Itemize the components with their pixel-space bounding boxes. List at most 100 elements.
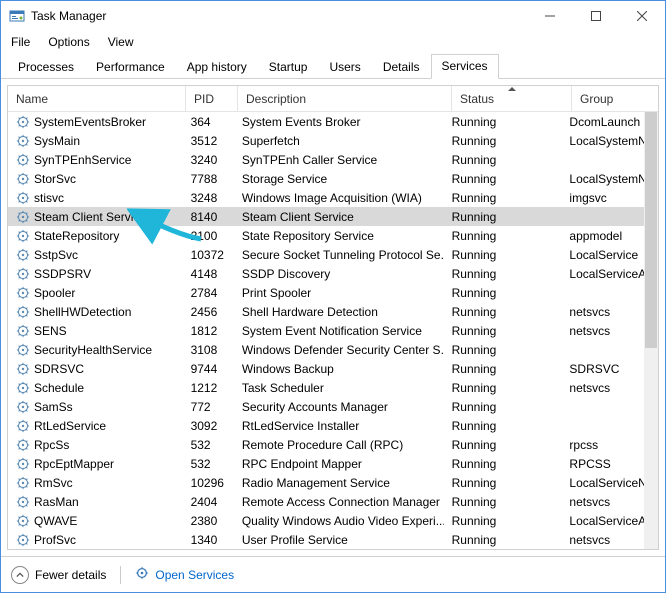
tab-details[interactable]: Details — [372, 55, 431, 79]
cell-description: Print Spooler — [234, 286, 444, 300]
cell-status: Running — [444, 324, 562, 338]
maximize-button[interactable] — [573, 1, 619, 31]
table-row[interactable]: SSDPSRV4148SSDP DiscoveryRunningLocalSer… — [8, 264, 644, 283]
cell-status: Running — [444, 400, 562, 414]
tab-services[interactable]: Services — [431, 54, 499, 79]
service-icon — [16, 495, 30, 509]
cell-group: LocalService — [561, 248, 644, 262]
cell-group: appmodel — [561, 229, 644, 243]
cell-status: Running — [444, 514, 562, 528]
cell-name: Spooler — [8, 286, 183, 300]
col-group[interactable]: Group — [572, 86, 656, 111]
cell-description: RtLedService Installer — [234, 419, 444, 433]
fewer-details-button[interactable]: Fewer details — [35, 568, 106, 582]
menu-file[interactable]: File — [11, 35, 30, 49]
cell-description: Secure Socket Tunneling Protocol Se... — [234, 248, 444, 262]
table-row[interactable]: Spooler2784Print SpoolerRunning — [8, 283, 644, 302]
service-icon — [16, 419, 30, 433]
separator — [120, 566, 121, 584]
cell-status: Running — [444, 229, 562, 243]
table-row[interactable]: RpcSs532Remote Procedure Call (RPC)Runni… — [8, 435, 644, 454]
services-table: Name PID Description Status Group System… — [7, 85, 659, 550]
cell-description: SSDP Discovery — [234, 267, 444, 281]
window-title: Task Manager — [31, 9, 106, 23]
table-row[interactable]: Steam Client Service8140Steam Client Ser… — [8, 207, 644, 226]
cell-name: RpcSs — [8, 438, 183, 452]
table-row[interactable]: RasMan2404Remote Access Connection Manag… — [8, 492, 644, 511]
service-icon — [16, 381, 30, 395]
tab-users[interactable]: Users — [318, 55, 371, 79]
cell-name: ShellHWDetection — [8, 305, 183, 319]
cell-pid: 1812 — [183, 324, 234, 338]
table-row[interactable]: RtLedService3092RtLedService InstallerRu… — [8, 416, 644, 435]
service-icon — [16, 533, 30, 547]
cell-pid: 2380 — [183, 514, 234, 528]
col-pid[interactable]: PID — [186, 86, 238, 111]
table-row[interactable]: RpcEptMapper532RPC Endpoint MapperRunnin… — [8, 454, 644, 473]
tab-app-history[interactable]: App history — [176, 55, 258, 79]
table-row[interactable]: stisvc3248Windows Image Acquisition (WIA… — [8, 188, 644, 207]
cell-status: Running — [444, 419, 562, 433]
open-services-link[interactable]: Open Services — [135, 566, 234, 583]
scrollbar-thumb[interactable] — [645, 112, 657, 348]
cell-pid: 772 — [183, 400, 234, 414]
menu-view[interactable]: View — [108, 35, 134, 49]
col-status[interactable]: Status — [452, 86, 572, 111]
table-row[interactable]: SysMain3512SuperfetchRunningLocalSystemN… — [8, 131, 644, 150]
table-row[interactable]: SecurityHealthService3108Windows Defende… — [8, 340, 644, 359]
cell-name: StateRepository — [8, 229, 183, 243]
cell-name: SstpSvc — [8, 248, 183, 262]
cell-description: Task Scheduler — [234, 381, 444, 395]
cell-description: Radio Management Service — [234, 476, 444, 490]
table-row[interactable]: Schedule1212Task SchedulerRunningnetsvcs — [8, 378, 644, 397]
cell-pid: 8140 — [183, 210, 234, 224]
col-name[interactable]: Name — [8, 86, 186, 111]
cell-name: SamSs — [8, 400, 183, 414]
table-row[interactable]: ProfSvc1340User Profile ServiceRunningne… — [8, 530, 644, 549]
menubar: File Options View — [1, 31, 665, 53]
table-row[interactable]: StorSvc7788Storage ServiceRunningLocalSy… — [8, 169, 644, 188]
services-panel: Name PID Description Status Group System… — [1, 79, 665, 556]
cell-pid: 4148 — [183, 267, 234, 281]
tab-startup[interactable]: Startup — [258, 55, 319, 79]
cell-pid: 10296 — [183, 476, 234, 490]
cell-status: Running — [444, 267, 562, 281]
cell-group: LocalServiceA... — [561, 514, 644, 528]
menu-options[interactable]: Options — [48, 35, 89, 49]
cell-description: Security Accounts Manager — [234, 400, 444, 414]
vertical-scrollbar[interactable] — [644, 112, 658, 549]
table-row[interactable]: SystemEventsBroker364System Events Broke… — [8, 112, 644, 131]
minimize-button[interactable] — [527, 1, 573, 31]
close-button[interactable] — [619, 1, 665, 31]
cell-description: State Repository Service — [234, 229, 444, 243]
cell-group: netsvcs — [561, 381, 644, 395]
service-icon — [16, 438, 30, 452]
cell-name: Steam Client Service — [8, 210, 183, 224]
cell-status: Running — [444, 533, 562, 547]
cell-group: netsvcs — [561, 495, 644, 509]
cell-name: RtLedService — [8, 419, 183, 433]
table-row[interactable]: SamSs772Security Accounts ManagerRunning — [8, 397, 644, 416]
service-icon — [16, 324, 30, 338]
cell-pid: 3512 — [183, 134, 234, 148]
tab-processes[interactable]: Processes — [7, 55, 85, 79]
cell-name: RasMan — [8, 495, 183, 509]
table-row[interactable]: StateRepository2100State Repository Serv… — [8, 226, 644, 245]
table-row[interactable]: SynTPEnhService3240SynTPEnh Caller Servi… — [8, 150, 644, 169]
cell-pid: 3248 — [183, 191, 234, 205]
table-row[interactable]: RmSvc10296Radio Management ServiceRunnin… — [8, 473, 644, 492]
service-icon — [16, 153, 30, 167]
table-row[interactable]: SstpSvc10372Secure Socket Tunneling Prot… — [8, 245, 644, 264]
cell-status: Running — [444, 248, 562, 262]
service-icon — [16, 400, 30, 414]
tab-performance[interactable]: Performance — [85, 55, 176, 79]
col-description[interactable]: Description — [238, 86, 452, 111]
cell-pid: 2456 — [183, 305, 234, 319]
table-row[interactable]: SENS1812System Event Notification Servic… — [8, 321, 644, 340]
cell-name: SystemEventsBroker — [8, 115, 183, 129]
service-icon — [16, 229, 30, 243]
service-icon — [16, 210, 30, 224]
table-row[interactable]: ShellHWDetection2456Shell Hardware Detec… — [8, 302, 644, 321]
table-row[interactable]: SDRSVC9744Windows BackupRunningSDRSVC — [8, 359, 644, 378]
table-row[interactable]: QWAVE2380Quality Windows Audio Video Exp… — [8, 511, 644, 530]
